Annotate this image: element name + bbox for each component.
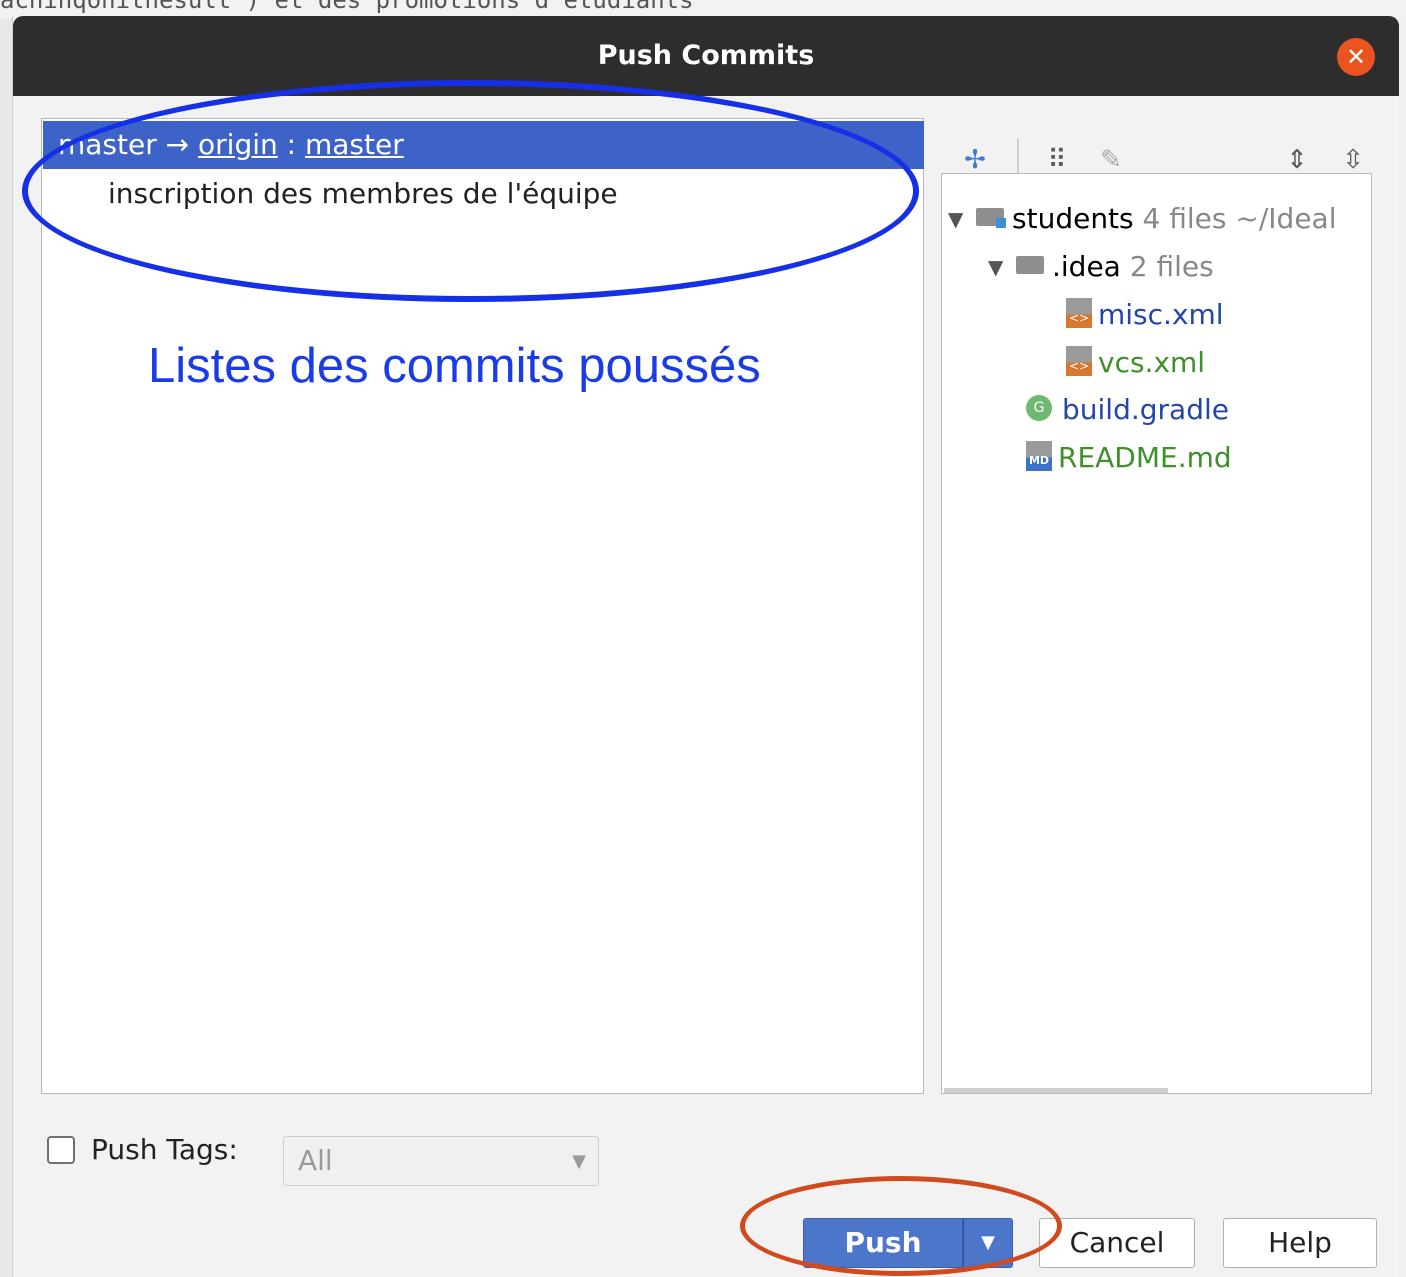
tree-folder[interactable]: ▼ .idea 2 files	[988, 244, 1214, 290]
file-name: vcs.xml	[1098, 346, 1206, 379]
annotation-label: Listes des commits poussés	[148, 339, 761, 393]
gradle-file-icon: G	[1026, 395, 1052, 421]
root-path: ~/Ideal	[1235, 202, 1337, 235]
folder-icon	[1016, 256, 1044, 274]
markdown-file-icon: MD	[1026, 441, 1052, 471]
expand-arrow-icon[interactable]: ▼	[948, 196, 976, 242]
close-icon[interactable]: ✕	[1337, 38, 1375, 76]
root-name: students	[1012, 202, 1134, 235]
tree-file[interactable]: <> misc.xml	[1066, 292, 1224, 338]
expand-arrow-icon[interactable]: ▼	[988, 244, 1016, 290]
dialog-titlebar: Push Commits ✕	[13, 16, 1399, 96]
annotation-ellipse-commits	[22, 80, 919, 302]
push-tags-checkbox[interactable]	[47, 1136, 75, 1164]
background-editor-edge	[1398, 18, 1406, 1277]
xml-file-icon: <>	[1066, 298, 1092, 328]
root-file-count: 4 files	[1142, 202, 1227, 235]
file-name: build.gradle	[1062, 393, 1229, 426]
dialog-title: Push Commits	[597, 40, 815, 71]
chevron-down-icon: ▼	[572, 1151, 586, 1172]
tree-root[interactable]: ▼ students 4 files ~/Ideal	[948, 196, 1336, 242]
xml-file-icon: <>	[1066, 346, 1092, 376]
help-button[interactable]: Help	[1223, 1218, 1377, 1268]
annotation-ellipse-push	[740, 1176, 1062, 1276]
push-tags-select[interactable]: All ▼	[283, 1136, 599, 1186]
horizontal-scrollbar[interactable]	[944, 1088, 1168, 1093]
tree-file[interactable]: Gbuild.gradle	[1026, 387, 1229, 433]
background-code-text: achinqonithesult ) et des promotions d'é…	[0, 0, 694, 14]
tree-file[interactable]: MD README.md	[1026, 435, 1232, 481]
folder-file-count: 2 files	[1129, 250, 1214, 283]
push-tags-label: Push Tags:	[91, 1133, 238, 1166]
file-name: misc.xml	[1098, 298, 1224, 331]
module-folder-icon	[976, 208, 1006, 228]
toolbar-separator	[1017, 138, 1019, 178]
file-name: README.md	[1058, 441, 1232, 474]
tree-file[interactable]: <> vcs.xml	[1066, 340, 1205, 386]
changed-files-tree: ▼ students 4 files ~/Ideal ▼ .idea 2 files…	[941, 173, 1372, 1094]
cancel-button[interactable]: Cancel	[1039, 1218, 1195, 1268]
push-tags-value: All	[298, 1144, 333, 1177]
folder-name: .idea	[1052, 250, 1121, 283]
